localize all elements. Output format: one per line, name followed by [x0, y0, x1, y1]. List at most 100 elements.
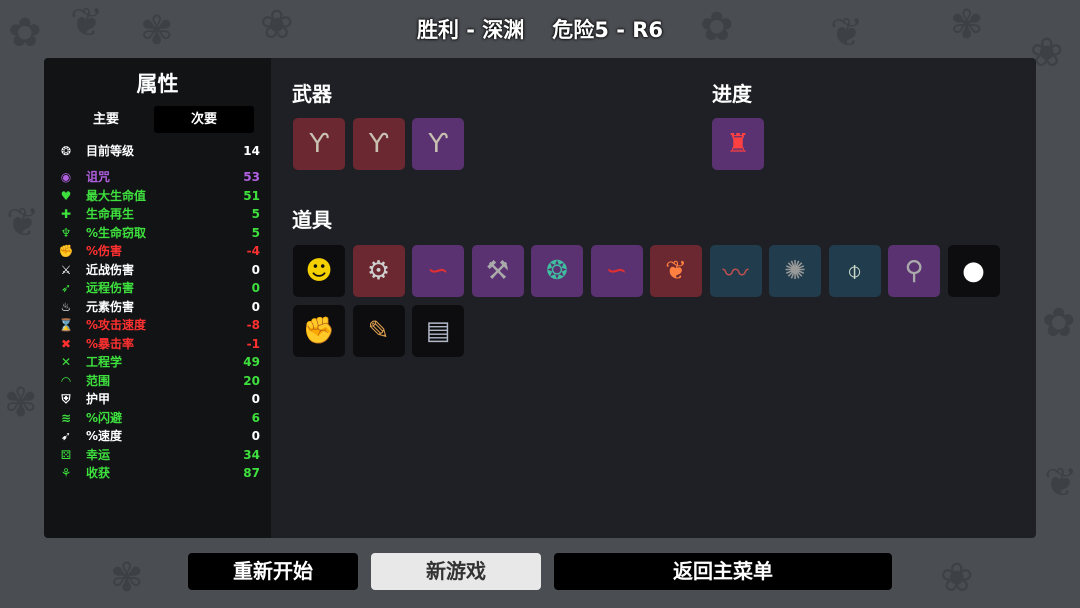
- run-result-title: 胜利 - 深渊 危险5 - R6: [0, 14, 1080, 46]
- stat-label: %生命窃取: [86, 225, 147, 240]
- stat-label: 近战伤害: [86, 262, 135, 277]
- stat-row[interactable]: ⛨ 护甲 0: [58, 390, 260, 408]
- weapon-slot[interactable]: Ƴ: [412, 118, 464, 170]
- difficulty-text: 危险5 - R6: [552, 18, 664, 42]
- lighthouse-icon: ♜: [726, 129, 750, 159]
- stat-row[interactable]: ⚔ 近战伤害 0: [58, 261, 260, 279]
- stat-value: 51: [243, 188, 260, 203]
- tab-secondary[interactable]: 次要: [154, 106, 254, 133]
- stat-label: 生命再生: [86, 207, 135, 221]
- tab-primary[interactable]: 主要: [56, 106, 156, 133]
- item-slot[interactable]: ⚒: [471, 245, 524, 297]
- harvest-icon: ⚘: [60, 466, 72, 480]
- weapon-slot[interactable]: Ƴ: [352, 118, 405, 170]
- stat-value: -4: [246, 244, 260, 258]
- result-text: 胜利 - 深渊: [416, 18, 525, 42]
- gauntlet-icon: ✊: [302, 316, 336, 346]
- bacon-icon: 〰: [722, 258, 749, 289]
- lamp-icon: ⚲: [904, 256, 924, 286]
- sword-icon: ⚔: [60, 262, 72, 277]
- stat-label: 目前等级: [86, 144, 135, 158]
- stat-value: 5: [251, 225, 260, 240]
- stat-value: 87: [243, 466, 260, 480]
- stat-value: 20: [243, 373, 260, 388]
- weapon-slot[interactable]: Ƴ: [293, 118, 345, 170]
- stat-label: 范围: [86, 373, 111, 388]
- stat-row[interactable]: ♨ 元素伤害 0: [58, 298, 260, 316]
- stat-value: 14: [243, 144, 260, 158]
- snowball-icon: ●: [962, 256, 985, 286]
- peacock-icon: ❂: [546, 256, 568, 286]
- slingshot-icon: Ƴ: [309, 129, 329, 159]
- stat-value: -8: [246, 318, 260, 332]
- item-slot[interactable]: 〰: [709, 245, 762, 297]
- pencil-icon: ✎: [367, 316, 390, 346]
- gear-icon: ✺: [784, 256, 806, 286]
- stat-label: 收获: [86, 466, 111, 480]
- stat-label: 护甲: [86, 392, 111, 406]
- item-slot[interactable]: ∽: [590, 245, 643, 297]
- wrench-icon: ✕: [60, 355, 72, 369]
- stat-row[interactable]: ✚ 生命再生 5: [58, 205, 260, 223]
- item-slot[interactable]: ⚲: [888, 245, 940, 297]
- book-icon: ▤: [425, 316, 451, 346]
- stat-label: %速度: [86, 429, 123, 443]
- progress-slot[interactable]: ♜: [712, 118, 764, 170]
- stats-title: 属性: [136, 72, 179, 96]
- boot-icon: ➹: [60, 429, 72, 443]
- stat-row[interactable]: ➶ 远程伤害 0: [58, 279, 260, 297]
- robot-icon: ⚙: [366, 256, 391, 286]
- stat-value: 34: [243, 447, 260, 462]
- stat-value: 49: [243, 355, 260, 369]
- stat-label: 诅咒: [86, 170, 111, 184]
- stat-value: 0: [251, 392, 260, 406]
- stat-value: 6: [251, 410, 260, 425]
- stat-value: -1: [246, 336, 260, 351]
- bow-icon: ➶: [60, 281, 72, 295]
- stat-row[interactable]: ⌛ %攻击速度 -8: [58, 316, 260, 334]
- stat-label: 幸运: [86, 447, 111, 462]
- new-game-button[interactable]: 新游戏: [371, 553, 541, 590]
- stat-row[interactable]: ≋ %闪避 6: [58, 409, 260, 427]
- stat-value: 0: [251, 429, 260, 443]
- heart-plus-icon: ✚: [60, 207, 72, 221]
- item-slot[interactable]: ☻: [293, 245, 345, 297]
- stat-value: 5: [251, 207, 260, 221]
- stat-row[interactable]: ✊ %伤害 -4: [58, 242, 260, 260]
- item-slot[interactable]: ⚙: [352, 245, 405, 297]
- shield-icon: ⛨: [61, 392, 71, 406]
- stat-label: 最大生命值: [86, 188, 147, 203]
- stat-row[interactable]: ⚘ 收获 87: [58, 464, 260, 482]
- stat-row[interactable]: ✕ 工程学 49: [58, 353, 260, 371]
- stat-row[interactable]: ♆ %生命窃取 5: [58, 224, 260, 242]
- item-slot[interactable]: ●: [947, 245, 1000, 297]
- restart-button[interactable]: 重新开始: [188, 553, 358, 590]
- range-icon: ◠: [61, 373, 71, 388]
- dodge-icon: ≋: [60, 410, 72, 425]
- item-slot[interactable]: ❦: [650, 245, 702, 297]
- slingshot-icon: Ƴ: [428, 129, 448, 159]
- weapons-title: 武器: [292, 82, 332, 106]
- stat-row[interactable]: ♥ 最大生命值 51: [58, 187, 260, 205]
- main-menu-button[interactable]: 返回主菜单: [554, 553, 892, 590]
- flashlight-icon: ⌽: [846, 255, 863, 286]
- stat-row[interactable]: ⚄ 幸运 34: [58, 446, 260, 464]
- stat-row[interactable]: ◠ 范围 20: [58, 372, 260, 390]
- stat-value: 0: [251, 262, 260, 277]
- item-slot[interactable]: ∽: [412, 245, 464, 297]
- item-slot[interactable]: ❂: [531, 245, 583, 297]
- item-slot[interactable]: ⌽: [828, 245, 881, 297]
- item-slot[interactable]: ✎: [352, 305, 405, 357]
- item-slot[interactable]: ✊: [293, 305, 345, 357]
- item-slot[interactable]: ▤: [412, 305, 464, 357]
- stat-row[interactable]: ◉ 诅咒 53: [58, 168, 260, 186]
- item-slot[interactable]: ✺: [769, 245, 821, 297]
- hourglass-icon: ⌛: [58, 318, 74, 332]
- stat-row[interactable]: ✖ %暴击率 -1: [58, 335, 260, 353]
- stat-value: 0: [251, 299, 260, 314]
- stat-row[interactable]: ➹ %速度 0: [58, 427, 260, 445]
- dice-icon: ⚄: [60, 447, 72, 462]
- stat-row-level[interactable]: ❂ 目前等级 14: [58, 142, 260, 160]
- rainbow-leaf-icon: ❦: [665, 256, 687, 286]
- fang-icon: ♆: [60, 225, 72, 240]
